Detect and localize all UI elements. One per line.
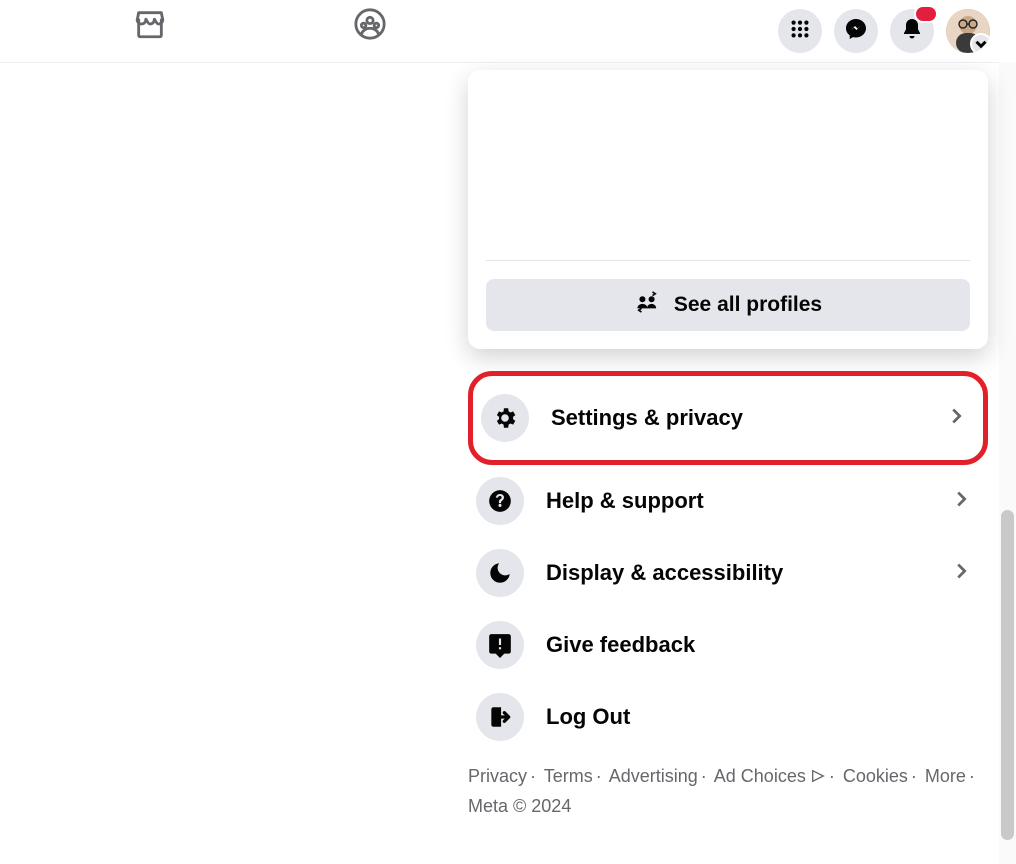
marketplace-icon [133, 7, 167, 46]
top-bar [0, 0, 1016, 63]
footer-links: Privacy· Terms· Advertising· Ad Choices·… [468, 763, 988, 821]
messenger-button[interactable] [834, 9, 878, 53]
profile-card: See all profiles [468, 70, 988, 349]
menu-item-give-feedback[interactable]: Give feedback [468, 609, 988, 681]
footer-link-cookies[interactable]: Cookies [843, 766, 908, 786]
footer-link-ad-choices[interactable]: Ad Choices [714, 766, 826, 786]
chevron-right-icon [945, 405, 967, 432]
gear-icon [481, 394, 529, 442]
footer-link-ad-choices-label: Ad Choices [714, 766, 806, 786]
page-root: See all profiles Settings & privacy Help… [0, 0, 1016, 864]
notifications-button[interactable] [890, 9, 934, 53]
groups-icon [353, 7, 387, 46]
menu-item-help-support[interactable]: Help & support [468, 465, 988, 537]
menu-button[interactable] [778, 9, 822, 53]
menu-item-label: Give feedback [546, 632, 980, 658]
moon-icon [476, 549, 524, 597]
adchoices-icon [810, 765, 826, 793]
scrollbar[interactable] [999, 62, 1016, 864]
footer-link-more[interactable]: More [925, 766, 966, 786]
footer-copyright: Meta © 2024 [468, 796, 571, 816]
grid-icon [789, 18, 811, 45]
footer-link-terms[interactable]: Terms [544, 766, 593, 786]
feedback-icon [476, 621, 524, 669]
groups-tab[interactable] [350, 6, 390, 46]
menu-item-label: Help & support [546, 488, 928, 514]
help-icon [476, 477, 524, 525]
account-menu-panel: See all profiles Settings & privacy Help… [468, 70, 988, 821]
see-all-profiles-label: See all profiles [674, 293, 822, 317]
divider [486, 260, 970, 261]
notification-badge [914, 5, 938, 23]
menu-item-display-accessibility[interactable]: Display & accessibility [468, 537, 988, 609]
center-nav [130, 6, 390, 46]
messenger-icon [844, 17, 868, 46]
menu-item-settings-privacy[interactable]: Settings & privacy [468, 371, 988, 465]
right-controls [778, 0, 990, 62]
menu-item-label: Log Out [546, 704, 980, 730]
logout-icon [476, 693, 524, 741]
footer-link-advertising[interactable]: Advertising [609, 766, 698, 786]
people-switch-icon [634, 291, 660, 319]
chevron-right-icon [950, 560, 972, 587]
menu-item-label: Settings & privacy [551, 405, 923, 431]
account-menu: Settings & privacy Help & support Disp [468, 371, 988, 753]
see-all-profiles-button[interactable]: See all profiles [486, 279, 970, 331]
menu-item-label: Display & accessibility [546, 560, 928, 586]
scrollbar-thumb[interactable] [1001, 510, 1014, 840]
footer-link-privacy[interactable]: Privacy [468, 766, 527, 786]
marketplace-tab[interactable] [130, 6, 170, 46]
chevron-down-icon [970, 33, 990, 53]
chevron-right-icon [950, 488, 972, 515]
account-avatar[interactable] [946, 9, 990, 53]
profile-preview-area [486, 88, 970, 260]
menu-item-log-out[interactable]: Log Out [468, 681, 988, 753]
